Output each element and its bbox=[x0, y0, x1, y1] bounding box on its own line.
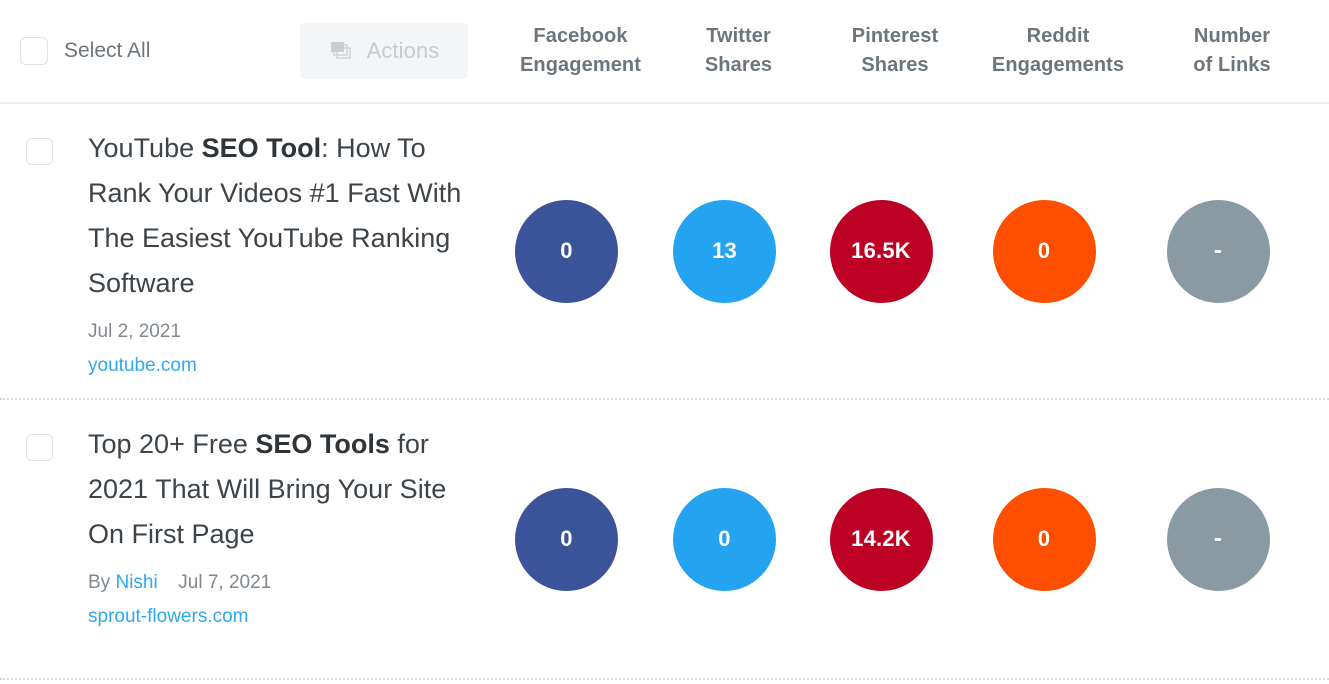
metric-links: - bbox=[1128, 487, 1308, 591]
metric-pinterest: 16.5K bbox=[802, 199, 960, 303]
post-domain[interactable]: youtube.com bbox=[88, 352, 486, 380]
social-metrics-table: Select All Actions Facebook Engagement T… bbox=[0, 0, 1329, 684]
metric-reddit: 0 bbox=[960, 487, 1128, 591]
post-date: Jul 2, 2021 bbox=[88, 321, 181, 342]
metric-pinterest: 14.2K bbox=[802, 487, 960, 591]
post-title[interactable]: YouTube SEO Tool: How To Rank Your Video… bbox=[88, 126, 486, 306]
post-title-pre: Top 20+ Free bbox=[88, 429, 256, 459]
column-header-facebook[interactable]: Facebook Engagement bbox=[500, 22, 661, 80]
post-title-highlight: SEO Tool bbox=[201, 133, 322, 163]
metric-twitter: 0 bbox=[647, 487, 802, 591]
layers-icon bbox=[329, 39, 353, 64]
metric-facebook: 0 bbox=[486, 199, 647, 303]
metric-bubble-links[interactable]: - bbox=[1166, 487, 1270, 591]
table-row[interactable]: YouTube SEO Tool: How To Rank Your Video… bbox=[0, 104, 1329, 400]
metric-bubble-pinterest[interactable]: 14.2K bbox=[829, 487, 933, 591]
metric-reddit: 0 bbox=[960, 199, 1128, 303]
post-author[interactable]: Nishi bbox=[115, 572, 157, 593]
post-byline-label: By bbox=[88, 572, 111, 593]
post-title-highlight: SEO Tools bbox=[255, 429, 390, 459]
column-header-reddit-line1: Reddit bbox=[1026, 25, 1090, 47]
post-meta: Jul 2, 2021 bbox=[88, 318, 486, 346]
metric-bubble-facebook[interactable]: 0 bbox=[515, 487, 618, 591]
column-header-twitter-line2: Shares bbox=[704, 54, 773, 76]
metric-bubble-twitter[interactable]: 0 bbox=[673, 487, 776, 591]
select-all-checkbox[interactable] bbox=[20, 37, 48, 65]
actions-button[interactable]: Actions bbox=[300, 23, 468, 79]
post-title-pre: YouTube bbox=[88, 133, 202, 163]
column-header-facebook-line2: Engagement bbox=[519, 54, 642, 76]
row-checkbox[interactable] bbox=[26, 138, 53, 165]
metric-facebook: 0 bbox=[486, 487, 647, 591]
metric-bubble-links[interactable]: - bbox=[1166, 199, 1270, 303]
metric-twitter: 13 bbox=[647, 199, 802, 303]
metric-bubble-reddit[interactable]: 0 bbox=[992, 487, 1096, 591]
row-metrics: 0 13 16.5K 0 - bbox=[486, 104, 1329, 398]
post-domain[interactable]: sprout-flowers.com bbox=[88, 603, 486, 631]
column-header-reddit[interactable]: Reddit Engagements bbox=[974, 22, 1142, 80]
column-header-twitter[interactable]: Twitter Shares bbox=[661, 22, 816, 80]
metric-headers: Facebook Engagement Twitter Shares Pinte… bbox=[500, 0, 1329, 102]
table-row[interactable]: Top 20+ Free SEO Tools for 2021 That Wil… bbox=[0, 400, 1329, 680]
post-meta: By Nishi Jul 7, 2021 bbox=[88, 569, 486, 597]
post-title[interactable]: Top 20+ Free SEO Tools for 2021 That Wil… bbox=[88, 422, 486, 557]
metric-bubble-pinterest[interactable]: 16.5K bbox=[829, 199, 933, 303]
column-header-pinterest[interactable]: Pinterest Shares bbox=[816, 22, 974, 80]
column-header-pinterest-line2: Shares bbox=[861, 54, 929, 76]
row-metrics: 0 0 14.2K 0 - bbox=[486, 400, 1329, 678]
select-all-cell: Select All bbox=[0, 37, 300, 65]
column-header-reddit-line2: Engagements bbox=[991, 54, 1125, 76]
select-all-label: Select All bbox=[64, 39, 151, 62]
actions-button-label: Actions bbox=[366, 38, 440, 63]
metric-links: - bbox=[1128, 199, 1308, 303]
metric-bubble-facebook[interactable]: 0 bbox=[515, 199, 618, 303]
row-checkbox[interactable] bbox=[26, 434, 53, 461]
table-header-row: Select All Actions Facebook Engagement T… bbox=[0, 0, 1329, 104]
actions-cell: Actions bbox=[300, 23, 500, 79]
column-header-links-line2: of Links bbox=[1193, 54, 1271, 76]
row-content-cell: Top 20+ Free SEO Tools for 2021 That Wil… bbox=[88, 400, 486, 631]
column-header-links-line1: Number bbox=[1193, 25, 1271, 47]
column-header-pinterest-line1: Pinterest bbox=[851, 25, 939, 47]
column-header-links[interactable]: Number of Links bbox=[1142, 22, 1322, 80]
metric-bubble-twitter[interactable]: 13 bbox=[673, 199, 776, 303]
metric-bubble-reddit[interactable]: 0 bbox=[992, 199, 1096, 303]
row-content-cell: YouTube SEO Tool: How To Rank Your Video… bbox=[88, 104, 486, 380]
post-date: Jul 7, 2021 bbox=[178, 572, 272, 593]
column-header-twitter-line1: Twitter bbox=[706, 25, 771, 47]
column-header-facebook-line1: Facebook bbox=[533, 25, 628, 47]
